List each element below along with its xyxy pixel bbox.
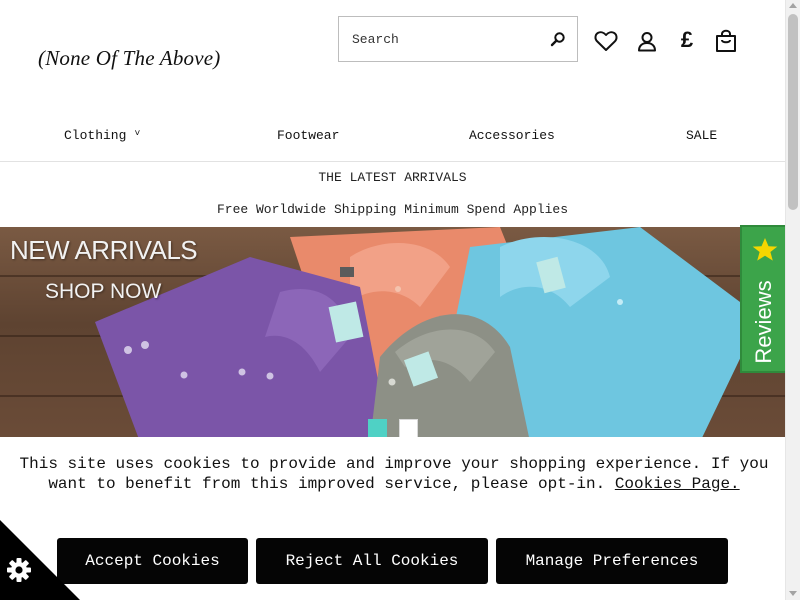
reject-cookies-button[interactable]: Reject All Cookies: [256, 538, 488, 584]
slide-dot-1[interactable]: [368, 419, 387, 438]
chevron-down-icon: ˅: [134, 129, 141, 140]
nav-item-label: Accessories: [469, 128, 555, 143]
shopping-bag-icon[interactable]: [713, 28, 739, 54]
search-box: [338, 16, 578, 62]
pound-currency-icon[interactable]: £: [674, 27, 700, 53]
cookie-banner: This site uses cookies to provide and im…: [0, 437, 785, 600]
shipping-message: Free Worldwide Shipping Minimum Spend Ap…: [216, 202, 569, 217]
page: (None Of The Above) £ Cl: [0, 0, 785, 600]
page-scrollbar[interactable]: [785, 0, 800, 600]
currency-symbol: £: [680, 27, 694, 52]
reviews-label: Reviews: [751, 280, 776, 364]
scroll-thumb[interactable]: [788, 14, 798, 210]
nav-item-footwear[interactable]: Footwear: [277, 128, 339, 143]
star-icon: [752, 238, 778, 261]
cookies-page-link[interactable]: Cookies Page.: [615, 475, 740, 493]
nav-item-sale[interactable]: SALE: [686, 128, 717, 143]
nav-item-label: SALE: [686, 128, 718, 143]
cookie-message: This site uses cookies to provide and im…: [14, 454, 774, 494]
hero-shop-now[interactable]: SHOP NOW: [45, 280, 161, 304]
site-logo[interactable]: (None Of The Above): [38, 46, 220, 71]
nav-item-label: Footwear: [277, 128, 340, 143]
hero-banner[interactable]: NEW ARRIVALS SHOP NOW: [0, 227, 785, 442]
scroll-down-arrow[interactable]: [789, 591, 797, 596]
hero-title: NEW ARRIVALS: [10, 235, 198, 265]
user-icon[interactable]: [634, 28, 660, 54]
heart-icon[interactable]: [593, 28, 619, 54]
scroll-up-arrow[interactable]: [789, 3, 797, 8]
nav-item-clothing[interactable]: Clothing ˅: [64, 128, 140, 143]
gear-icon[interactable]: [6, 557, 32, 583]
main-nav: Clothing ˅ Footwear Accessories SALE: [0, 118, 785, 162]
nav-item-label: Clothing: [64, 128, 127, 143]
accept-cookies-button[interactable]: Accept Cookies: [57, 538, 248, 584]
search-icon[interactable]: [539, 17, 577, 61]
nav-item-accessories[interactable]: Accessories: [469, 128, 555, 143]
latest-arrivals-link[interactable]: THE LATEST ARRIVALS: [0, 170, 785, 185]
search-input[interactable]: [339, 17, 539, 61]
slide-dot-2[interactable]: [399, 419, 418, 438]
manage-preferences-button[interactable]: Manage Preferences: [496, 538, 728, 584]
reviews-tab[interactable]: Reviews: [740, 225, 785, 373]
